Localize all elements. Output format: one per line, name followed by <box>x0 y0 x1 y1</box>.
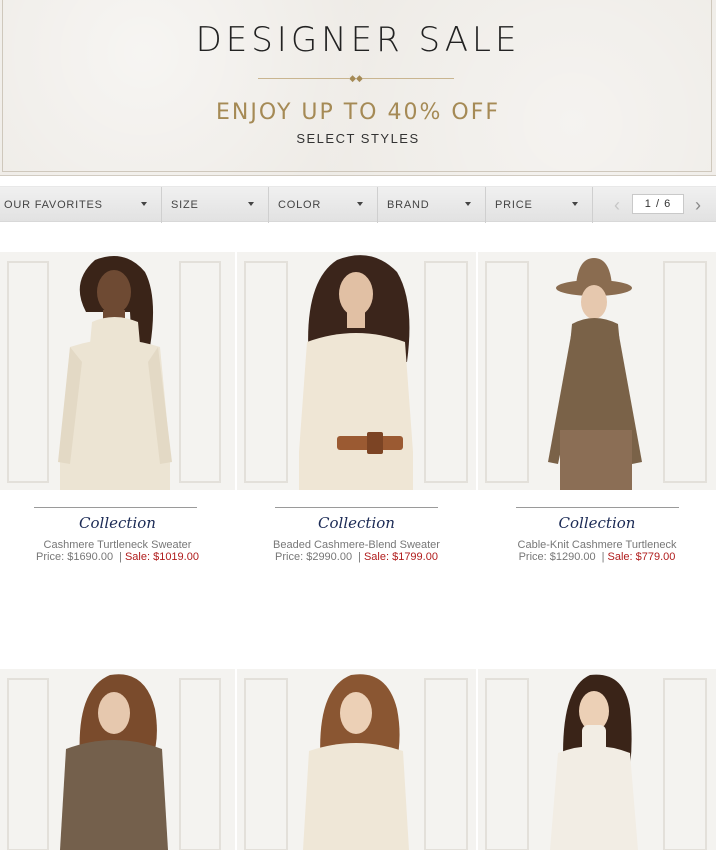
model-image <box>478 669 716 850</box>
product-price: Price: $1690.00 | Sale: $1019.00 <box>0 551 235 563</box>
product-price: Price: $1290.00 | Sale: $779.00 <box>478 551 716 563</box>
caret-down-icon <box>572 202 578 206</box>
filter-label: PRICE <box>495 199 533 211</box>
banner-subtitle: ENJOY UP TO 40% OFF <box>215 100 501 125</box>
sale-price: Sale: $1019.00 <box>124 551 199 563</box>
filter-brand[interactable]: BRAND <box>379 187 486 223</box>
filter-color[interactable]: COLOR <box>270 187 378 223</box>
list-price: Price: $1290.00 <box>518 551 596 563</box>
caret-down-icon <box>141 202 147 206</box>
filter-size[interactable]: SIZE <box>163 187 269 223</box>
product-image[interactable] <box>0 669 235 850</box>
banner-note: SELECT STYLES <box>296 131 420 146</box>
sale-banner: DESIGNER SALE ◆◆ ENJOY UP TO 40% OFF SEL… <box>0 0 716 176</box>
caret-down-icon <box>357 202 363 206</box>
sale-price: Sale: $779.00 <box>607 551 676 563</box>
product-image[interactable] <box>478 252 716 490</box>
ornament-icon: ◆◆ <box>349 73 363 83</box>
product-name[interactable]: Cable-Knit Cashmere Turtleneck <box>478 539 716 551</box>
caret-down-icon <box>465 202 471 206</box>
page-indicator[interactable]: 1 / 6 <box>632 194 684 214</box>
product-image[interactable] <box>237 669 476 850</box>
sale-price: Sale: $1799.00 <box>363 551 438 563</box>
next-page-icon[interactable]: › <box>688 187 708 223</box>
filter-bar: OUR FAVORITES SIZE COLOR BRAND PRICE ‹ › <box>0 186 716 223</box>
filter-label: COLOR <box>278 199 322 211</box>
model-image <box>237 252 476 490</box>
banner-title: DESIGNER SALE <box>195 20 521 60</box>
price-separator: | <box>358 551 361 563</box>
list-price: Price: $2990.00 <box>275 551 353 563</box>
model-image <box>237 669 476 850</box>
model-image <box>0 252 235 490</box>
model-image <box>478 252 716 490</box>
filter-label: OUR FAVORITES <box>4 199 103 211</box>
model-image <box>0 669 235 850</box>
prev-page-icon[interactable]: ‹ <box>607 187 627 223</box>
price-separator: | <box>601 551 605 563</box>
divider <box>34 507 197 508</box>
product-name[interactable]: Beaded Cashmere-Blend Sweater <box>237 539 476 551</box>
price-separator: | <box>119 551 122 563</box>
product-name[interactable]: Cashmere Turtleneck Sweater <box>0 539 235 551</box>
filter-label: SIZE <box>171 199 199 211</box>
caret-down-icon <box>248 202 254 206</box>
filter-our-favorites[interactable]: OUR FAVORITES <box>0 187 162 223</box>
product-brand[interactable]: Collection <box>0 514 235 532</box>
filter-label: BRAND <box>387 199 430 211</box>
product-price: Price: $2990.00 | Sale: $1799.00 <box>237 551 476 563</box>
product-brand[interactable]: Collection <box>478 514 716 532</box>
product-image[interactable] <box>237 252 476 490</box>
divider <box>275 507 438 508</box>
divider <box>516 507 679 508</box>
product-brand[interactable]: Collection <box>237 514 476 532</box>
product-image[interactable] <box>0 252 235 490</box>
product-image[interactable] <box>478 669 716 850</box>
list-price: Price: $1690.00 <box>36 551 114 563</box>
filter-price[interactable]: PRICE <box>487 187 593 223</box>
